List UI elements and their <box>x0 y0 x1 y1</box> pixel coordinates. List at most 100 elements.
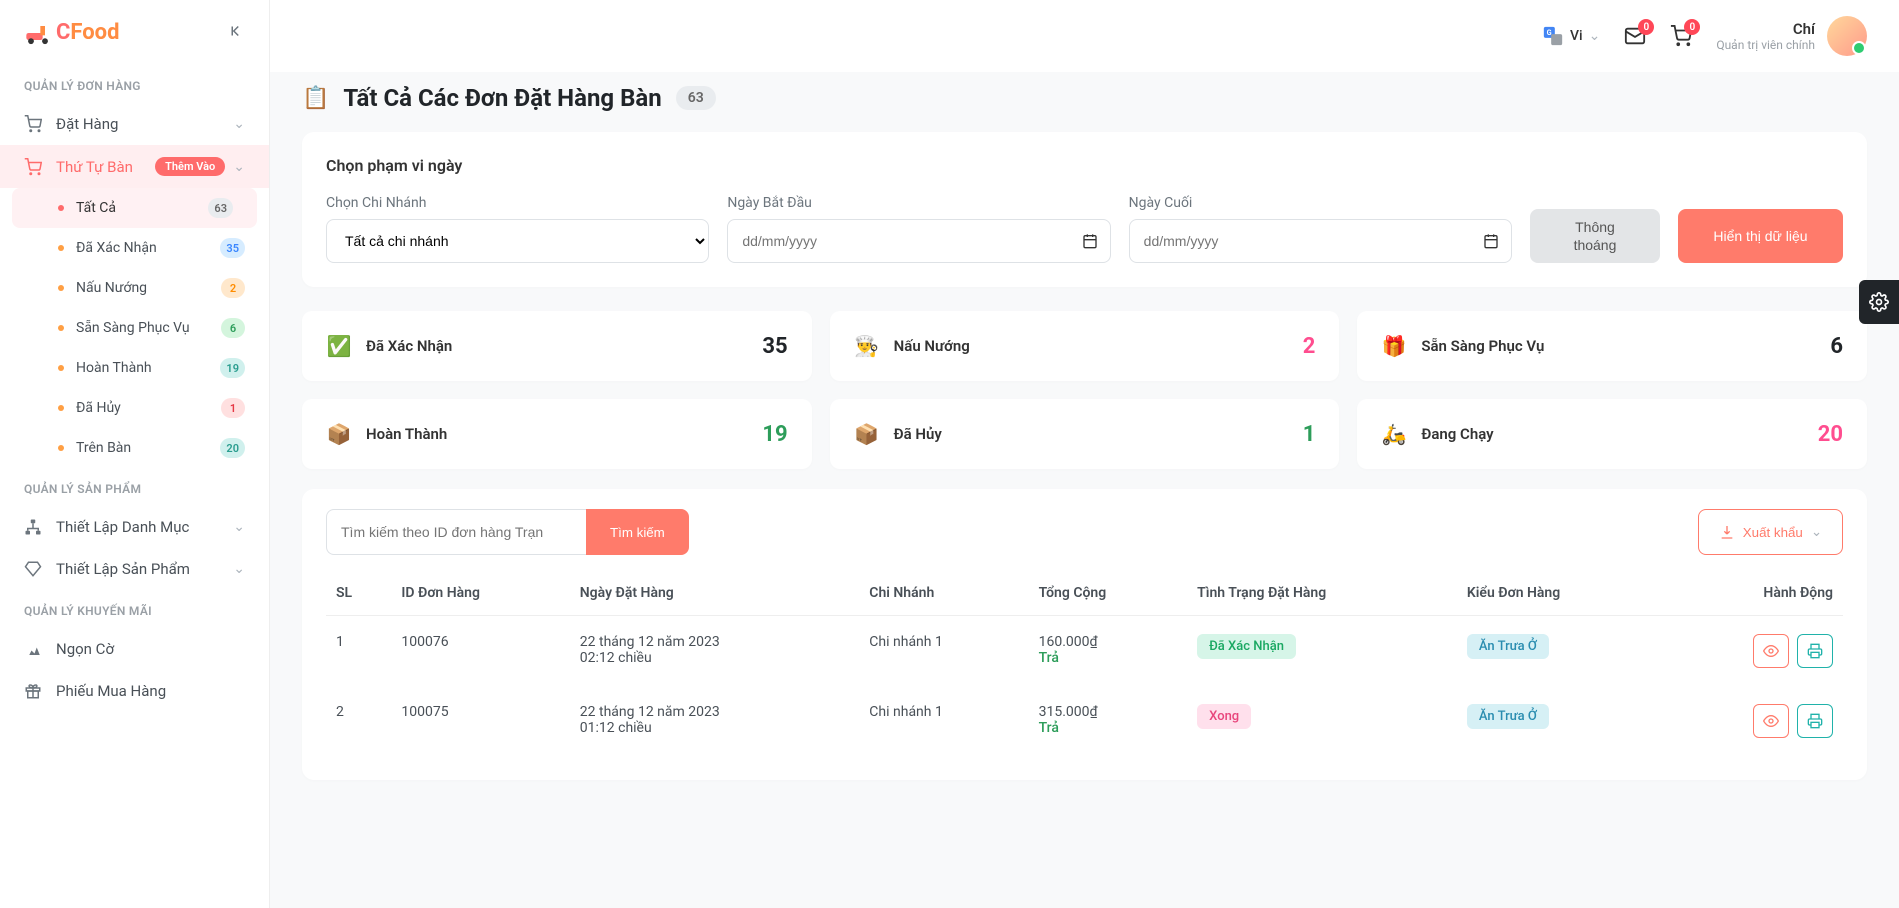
gear-icon <box>1869 292 1889 312</box>
user-name: Chí <box>1716 20 1815 38</box>
chevron-down-icon: ⌄ <box>233 116 245 132</box>
stat-label: Nấu Nướng <box>894 337 970 355</box>
th-actions: Hành Động <box>1662 571 1843 616</box>
clipboard-icon: 📋 <box>302 86 329 111</box>
print-button[interactable] <box>1797 704 1833 738</box>
stat-card[interactable]: 👨‍🍳Nấu Nướng2 <box>830 311 1340 381</box>
download-icon <box>1719 524 1735 540</box>
sidebar-sub-item[interactable]: Sẵn Sàng Phục Vụ6 <box>0 308 269 348</box>
menu-banner[interactable]: Ngọn Cờ <box>0 628 269 670</box>
menu-product-setup[interactable]: Thiết Lập Sản Phẩm ⌄ <box>0 548 269 590</box>
count-badge: 6 <box>221 318 245 338</box>
sidebar: CFood QUẢN LÝ ĐƠN HÀNG Đặt Hàng ⌄ Thứ Tự… <box>0 0 270 908</box>
stat-card[interactable]: 📦 Hoàn Thành 19 <box>302 399 812 469</box>
avatar <box>1827 16 1867 56</box>
th-sl: SL <box>326 571 391 616</box>
chevron-down-icon: ⌄ <box>233 159 245 175</box>
printer-icon <box>1807 643 1823 659</box>
logo-row: CFood <box>0 20 269 65</box>
diamond-icon <box>24 560 42 578</box>
clear-button[interactable]: Thông thoáng <box>1530 209 1660 263</box>
add-badge: Thêm Vào <box>155 157 225 176</box>
stat-card[interactable]: 🎁Sẵn Sàng Phục Vụ6 <box>1357 311 1867 381</box>
count-badge: 1 <box>221 398 245 418</box>
stat-label: Hoàn Thành <box>366 425 447 443</box>
view-button[interactable] <box>1753 634 1789 668</box>
stat-icon: 👨‍🍳 <box>854 333 880 359</box>
stat-icon: 🛵 <box>1381 421 1407 447</box>
type-badge: Ăn Trưa Ở <box>1467 704 1549 729</box>
language-selector[interactable]: G Vi ⌄ <box>1542 25 1600 47</box>
search-button[interactable]: Tìm kiếm <box>586 509 689 555</box>
sidebar-sub-item[interactable]: Đã Xác Nhận35 <box>0 228 269 268</box>
stat-card[interactable]: ✅Đã Xác Nhận35 <box>302 311 812 381</box>
status-badge: Xong <box>1197 704 1251 729</box>
stat-value: 19 <box>762 422 787 447</box>
section-promo: QUẢN LÝ KHUYẾN MÃI <box>0 590 269 628</box>
stat-card[interactable]: 🛵 Đang Chạy 20 <box>1357 399 1867 469</box>
sidebar-sub-item[interactable]: Nấu Nướng2 <box>0 268 269 308</box>
chevron-down-icon: ⌄ <box>1811 524 1822 540</box>
cart-icon <box>24 158 42 176</box>
menu-table-order[interactable]: Thứ Tự Bàn Thêm Vào ⌄ <box>0 145 269 188</box>
search-input[interactable] <box>326 509 586 555</box>
start-date-input[interactable] <box>727 219 1110 263</box>
th-status: Tình Trạng Đặt Hàng <box>1187 571 1457 616</box>
count-badge: 20 <box>220 438 245 458</box>
stat-icon: 📦 <box>326 421 352 447</box>
user-menu[interactable]: Chí Quản trị viên chính <box>1716 16 1867 56</box>
svg-text:G: G <box>1547 28 1552 37</box>
settings-fab[interactable] <box>1859 280 1899 324</box>
end-date-label: Ngày Cuối <box>1129 195 1512 211</box>
eye-icon <box>1763 643 1779 659</box>
sidebar-sub-item[interactable]: Hoàn Thành19 <box>0 348 269 388</box>
print-button[interactable] <box>1797 634 1833 668</box>
stat-label: Đã Xác Nhận <box>366 337 452 355</box>
cart-button[interactable]: 0 <box>1670 25 1692 47</box>
sidebar-sub-item[interactable]: Đã Hủy1 <box>0 388 269 428</box>
show-data-button[interactable]: Hiển thị dữ liệu <box>1678 209 1843 263</box>
stat-icon: 📦 <box>854 421 880 447</box>
view-button[interactable] <box>1753 704 1789 738</box>
sidebar-sub-item[interactable]: Tất Cả63 <box>12 188 257 228</box>
branch-select[interactable]: Tất cả chi nhánh <box>326 219 709 263</box>
stat-card[interactable]: 📦Đã Hủy1 <box>830 399 1340 469</box>
count-badge: 63 <box>208 198 233 218</box>
page-count-badge: 63 <box>676 86 716 110</box>
chevron-down-icon: ⌄ <box>233 561 245 577</box>
th-total: Tổng Cộng <box>1029 571 1188 616</box>
chevron-down-icon: ⌄ <box>233 519 245 535</box>
menu-category-setup[interactable]: Thiết Lập Danh Mục ⌄ <box>0 506 269 548</box>
stat-value: 1 <box>1303 422 1316 447</box>
stat-value: 6 <box>1830 334 1843 359</box>
stat-value: 20 <box>1818 422 1843 447</box>
gift-icon <box>24 682 42 700</box>
type-badge: Ăn Trưa Ở <box>1467 634 1549 659</box>
chevron-down-icon: ⌄ <box>1589 28 1601 44</box>
menu-order[interactable]: Đặt Hàng ⌄ <box>0 103 269 145</box>
th-id: ID Đơn Hàng <box>391 571 569 616</box>
status-badge: Đã Xác Nhận <box>1197 634 1296 659</box>
stat-icon: ✅ <box>326 333 352 359</box>
scooter-icon <box>24 21 52 45</box>
collapse-sidebar-icon[interactable] <box>227 22 245 44</box>
logo[interactable]: CFood <box>24 20 119 45</box>
menu-voucher[interactable]: Phiếu Mua Hàng <box>0 670 269 712</box>
flag-icon <box>24 640 42 658</box>
sidebar-sub-item[interactable]: Trên Bàn20 <box>0 428 269 468</box>
stat-icon: 🎁 <box>1381 333 1407 359</box>
page-title: Tất Cả Các Đơn Đặt Hàng Bàn <box>343 84 661 112</box>
end-date-input[interactable] <box>1129 219 1512 263</box>
messages-button[interactable]: 0 <box>1624 25 1646 47</box>
count-badge: 35 <box>220 238 245 258</box>
section-products: QUẢN LÝ SẢN PHẨM <box>0 468 269 506</box>
th-branch: Chi Nhánh <box>859 571 1028 616</box>
export-button[interactable]: Xuất khẩu ⌄ <box>1698 509 1843 555</box>
start-date-label: Ngày Bắt Đầu <box>727 195 1110 211</box>
th-type: Kiểu Đơn Hàng <box>1457 571 1662 616</box>
topbar: G Vi ⌄ 0 0 Chí Quản trị viên chính <box>270 0 1899 72</box>
table-row: 110007622 tháng 12 năm 202302:12 chiềuCh… <box>326 616 1843 687</box>
stat-label: Đang Chạy <box>1421 425 1493 443</box>
orders-panel: Tìm kiếm Xuất khẩu ⌄ SL ID Đơn Hàng Ngày… <box>302 489 1867 780</box>
printer-icon <box>1807 713 1823 729</box>
